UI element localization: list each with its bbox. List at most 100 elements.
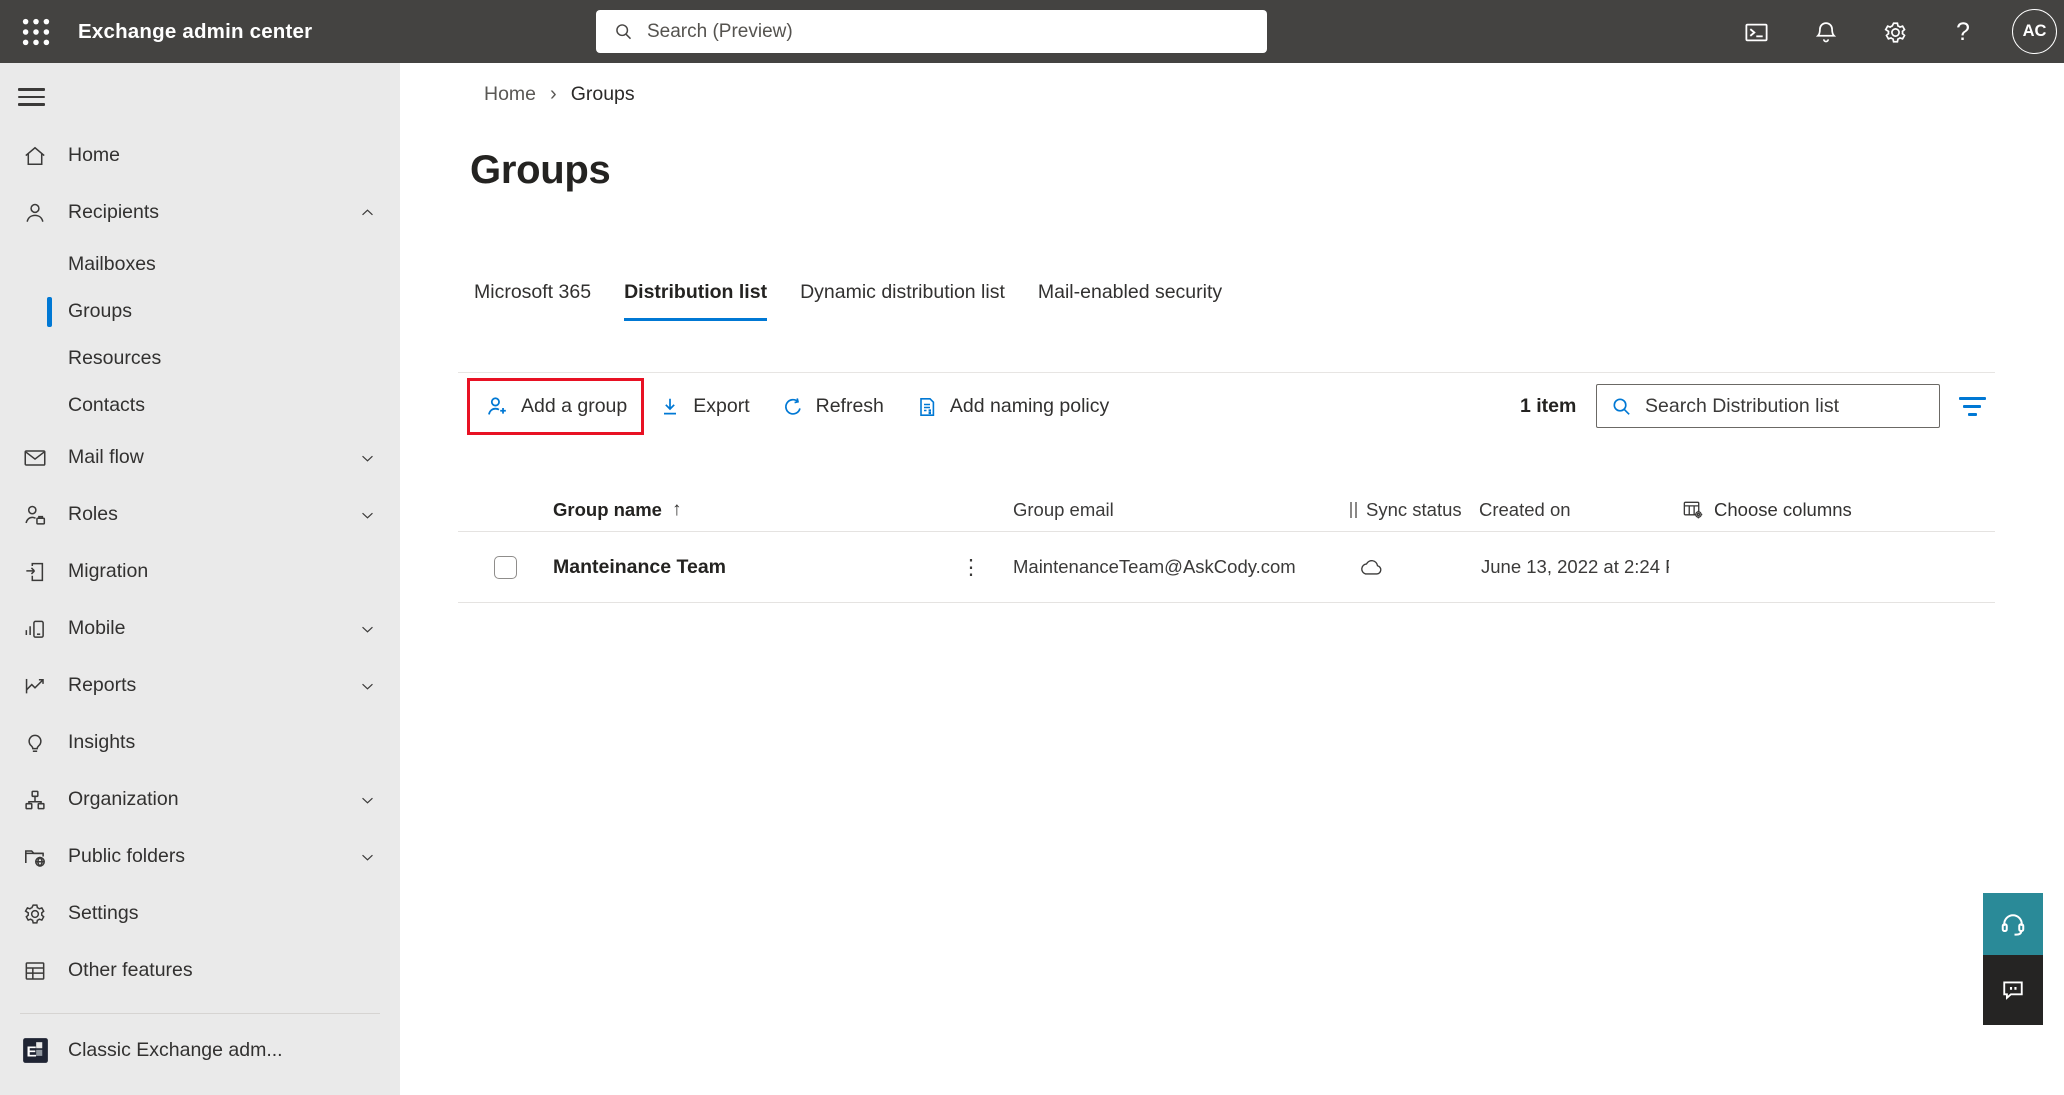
feedback-bubble-icon	[1999, 976, 2027, 1004]
exchange-admin-center-app: Exchange admin center	[0, 0, 2064, 1095]
group-name-cell[interactable]: Manteinance Team	[553, 532, 726, 602]
sidebar-item-label: Insights	[68, 731, 135, 754]
sidebar-item-recipients[interactable]: Recipients	[0, 184, 400, 241]
tab-microsoft-365[interactable]: Microsoft 365	[474, 281, 591, 321]
chevron-down-icon	[359, 449, 376, 466]
left-navigation: Home Recipients Mailboxes Groups Resourc…	[0, 63, 400, 1095]
sidebar-item-label: Classic Exchange adm...	[68, 1039, 283, 1062]
list-search[interactable]	[1596, 384, 1940, 428]
person-icon	[22, 200, 48, 226]
export-label: Export	[693, 395, 749, 418]
waffle-icon	[21, 17, 51, 47]
add-naming-policy-button[interactable]: Add naming policy	[915, 395, 1109, 419]
column-header-created-on[interactable]: Created on	[1479, 488, 1571, 531]
app-launcher-icon[interactable]	[14, 14, 58, 50]
sidebar-item-label: Resources	[68, 347, 161, 370]
sidebar-item-label: Recipients	[68, 201, 159, 224]
created-on-cell: June 13, 2022 at 2:24 PM	[1481, 532, 1669, 602]
column-header-group-name[interactable]: Group name ↑	[553, 488, 681, 531]
home-icon	[22, 143, 48, 169]
sidebar-item-mobile[interactable]: Mobile	[0, 600, 400, 657]
sidebar-item-settings[interactable]: Settings	[0, 885, 400, 942]
table-icon	[22, 958, 48, 984]
list-search-input[interactable]	[1645, 395, 1915, 418]
choose-columns-button[interactable]: Choose columns	[1681, 488, 1852, 531]
chevron-down-icon	[359, 506, 376, 523]
column-header-group-email[interactable]: Group email	[1013, 488, 1114, 531]
item-count: 1 item	[1520, 378, 1576, 435]
row-checkbox-cell	[494, 532, 517, 602]
mobile-chart-icon	[22, 616, 48, 642]
sync-status-cell	[1358, 532, 1385, 602]
export-button[interactable]: Export	[658, 395, 749, 419]
sidebar-item-label: Groups	[68, 300, 132, 323]
add-a-group-button[interactable]: Add a group	[485, 394, 627, 419]
nav-list: Home Recipients Mailboxes Groups Resourc…	[0, 127, 400, 999]
sidebar-item-groups[interactable]: Groups	[0, 288, 400, 335]
mail-icon	[22, 445, 48, 471]
sidebar-item-other-features[interactable]: Other features	[0, 942, 400, 999]
sidebar-item-public-folders[interactable]: Public folders	[0, 828, 400, 885]
document-policy-icon	[915, 395, 939, 419]
notifications-button[interactable]	[1808, 15, 1844, 49]
toolbar-divider	[458, 372, 1995, 373]
global-search-input[interactable]	[647, 21, 1207, 43]
cloud-icon	[1358, 556, 1385, 579]
account-avatar[interactable]: AC	[2012, 9, 2057, 54]
table-row[interactable]: Manteinance Team ⋮ MaintenanceTeam@AskCo…	[458, 532, 1995, 603]
sidebar-item-organization[interactable]: Organization	[0, 771, 400, 828]
sidebar-item-mailboxes[interactable]: Mailboxes	[0, 241, 400, 288]
powershell-terminal-button[interactable]	[1738, 15, 1774, 49]
column-label: Sync status	[1366, 499, 1462, 521]
main-content: Home › Groups Groups Microsoft 365 Distr…	[400, 63, 2064, 1095]
chevron-down-icon	[359, 791, 376, 808]
topbar-settings-button[interactable]	[1877, 15, 1913, 49]
sidebar-item-label: Migration	[68, 560, 148, 583]
folder-globe-icon	[22, 844, 48, 870]
breadcrumb-current: Groups	[571, 83, 635, 106]
sidebar-item-label: Contacts	[68, 394, 145, 417]
chevron-down-icon	[359, 677, 376, 694]
sidebar-item-home[interactable]: Home	[0, 127, 400, 184]
add-naming-policy-label: Add naming policy	[950, 395, 1109, 418]
sidebar-item-contacts[interactable]: Contacts	[0, 382, 400, 429]
search-icon	[613, 21, 634, 42]
sidebar-item-label: Home	[68, 144, 120, 167]
refresh-button[interactable]: Refresh	[781, 395, 884, 419]
sidebar-item-reports[interactable]: Reports	[0, 657, 400, 714]
chevron-up-icon	[359, 204, 376, 221]
sidebar-item-migration[interactable]: Migration	[0, 543, 400, 600]
filter-button[interactable]	[1952, 378, 1992, 435]
tab-distribution-list[interactable]: Distribution list	[624, 281, 767, 321]
support-help-button[interactable]	[1983, 893, 2043, 955]
help-icon: ?	[1956, 18, 1970, 47]
person-add-icon	[485, 394, 510, 419]
sidebar-item-label: Public folders	[68, 845, 185, 868]
sidebar-item-roles[interactable]: Roles	[0, 486, 400, 543]
row-checkbox[interactable]	[494, 556, 517, 579]
sort-ascending-icon: ↑	[672, 499, 682, 521]
row-menu-button[interactable]: ⋮	[956, 532, 986, 602]
person-briefcase-icon	[22, 502, 48, 528]
help-button[interactable]: ?	[1945, 15, 1981, 49]
breadcrumb-home-link[interactable]: Home	[484, 83, 536, 106]
sidebar-item-label: Mail flow	[68, 446, 144, 469]
feedback-button[interactable]	[1983, 955, 2043, 1025]
global-search[interactable]	[596, 10, 1267, 53]
choose-columns-icon	[1681, 498, 1704, 521]
sidebar-item-insights[interactable]: Insights	[0, 714, 400, 771]
add-a-group-label: Add a group	[521, 395, 627, 418]
page-title: Groups	[470, 148, 610, 193]
tab-mail-enabled-security[interactable]: Mail-enabled security	[1038, 281, 1222, 321]
bell-icon	[1813, 19, 1839, 45]
sidebar-item-label: Mailboxes	[68, 253, 156, 276]
sidebar-item-classic-exchange[interactable]: E Classic Exchange adm...	[0, 1021, 400, 1079]
sidebar-item-resources[interactable]: Resources	[0, 335, 400, 382]
tab-dynamic-distribution-list[interactable]: Dynamic distribution list	[800, 281, 1005, 321]
column-header-sync-status[interactable]: Sync status	[1350, 488, 1462, 531]
hamburger-icon	[18, 88, 45, 91]
table-header: Group name ↑ Group email Sync status Cre…	[458, 488, 1995, 532]
nav-collapse-button[interactable]	[18, 81, 58, 113]
column-label: Group name	[553, 499, 662, 521]
sidebar-item-mail-flow[interactable]: Mail flow	[0, 429, 400, 486]
